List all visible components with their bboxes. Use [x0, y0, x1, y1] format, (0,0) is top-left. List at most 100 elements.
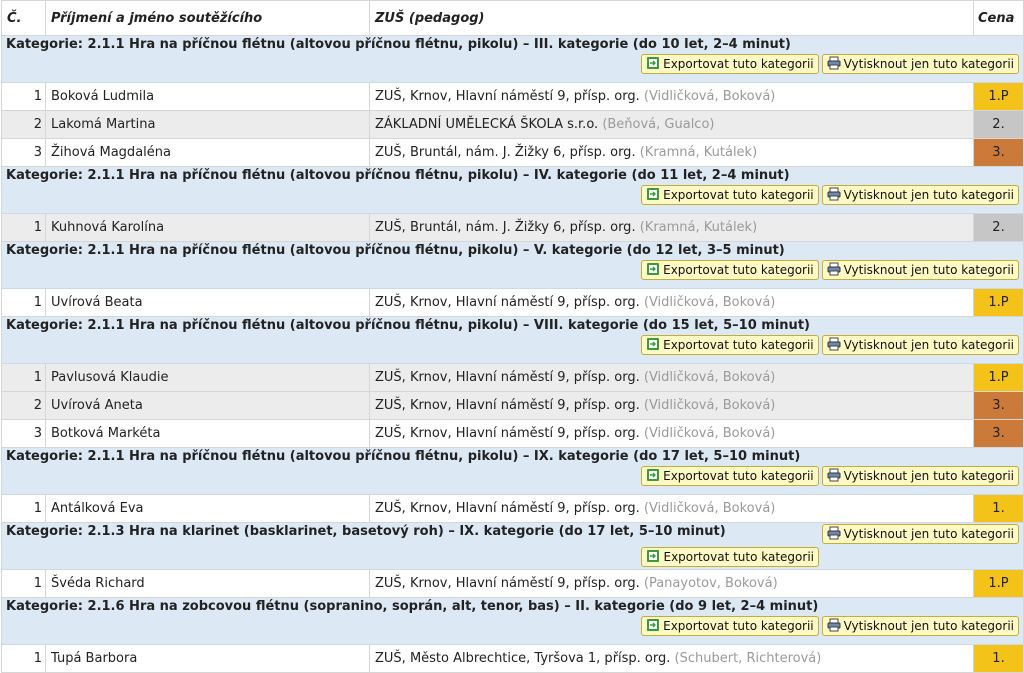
prize-badge: 1.	[973, 494, 1024, 523]
contestant-name: Uvírová Beata	[45, 288, 370, 317]
category-cell: Kategorie: 2.1.1 Hra na příčnou flétnu (…	[1, 35, 1024, 83]
school-cell: ZUŠ, Krnov, Hlavní náměstí 9, přísp. org…	[369, 419, 974, 448]
school-cell: ZUŠ, Bruntál, nám. J. Žižky 6, přísp. or…	[369, 138, 974, 167]
col-name: Příjmení a jméno soutěžícího	[45, 0, 370, 36]
print-label: Vytisknout jen tuto kategorii	[843, 263, 1014, 277]
entry-number: 1	[1, 644, 46, 673]
col-school: ZUŠ (pedagog)	[369, 0, 974, 36]
prize-badge: 1.P	[973, 569, 1024, 598]
school-name: ZUŠ, Krnov, Hlavní náměstí 9, přísp. org…	[375, 89, 640, 104]
table-row: 2 Lakomá Martina ZÁKLADNÍ UMĚLECKÁ ŠKOLA s…	[1, 110, 1024, 139]
export-category-button[interactable]: Exportovat tuto kategorii	[641, 466, 819, 486]
teachers: (Beňová, Gualco)	[602, 117, 715, 132]
print-category-button[interactable]: Vytisknout jen tuto kategorii	[821, 54, 1019, 74]
export-label: Exportovat tuto kategorii	[663, 338, 814, 352]
print-category-button[interactable]: Vytisknout jen tuto kategorii	[821, 616, 1019, 636]
contestant-name: Švéda Richard	[45, 569, 370, 598]
teachers: (Panayotov, Boková)	[643, 576, 778, 591]
export-category-button[interactable]: Exportovat tuto kategorii	[641, 616, 819, 636]
prize-badge: 1.P	[973, 82, 1024, 111]
prize-badge: 1.P	[973, 363, 1024, 392]
contestant-name: Uvírová Aneta	[45, 391, 370, 420]
category-row: Kategorie: 2.1.1 Hra na příčnou flétnu (…	[1, 166, 1024, 214]
print-category-button[interactable]: Vytisknout jen tuto kategorii	[821, 466, 1019, 486]
school-cell: ZUŠ, Město Albrechtice, Tyršova 1, přísp…	[369, 644, 974, 673]
teachers: (Kramná, Kutálek)	[639, 220, 758, 235]
print-label: Vytisknout jen tuto kategorii	[843, 188, 1014, 202]
category-cell: Kategorie: 2.1.1 Hra na příčnou flétnu (…	[1, 447, 1024, 495]
contestant-name: Antálková Eva	[45, 494, 370, 523]
entry-number: 1	[1, 494, 46, 523]
export-category-button[interactable]: Exportovat tuto kategorii	[641, 335, 819, 355]
export-icon	[646, 468, 660, 485]
category-title: Kategorie: 2.1.1 Hra na příčnou flétnu (…	[6, 243, 785, 258]
entry-number: 1	[1, 82, 46, 111]
school-name: ZUŠ, Bruntál, nám. J. Žižky 6, přísp. or…	[375, 220, 636, 235]
entry-number: 1	[1, 213, 46, 242]
print-label: Vytisknout jen tuto kategorii	[843, 338, 1014, 352]
col-prize: Cena	[973, 0, 1024, 36]
print-category-button[interactable]: Vytisknout jen tuto kategorii	[821, 524, 1019, 544]
prize-badge: 2.	[973, 213, 1024, 242]
table-row: 1 Tupá Barbora ZUŠ, Město Albrechtice, Tyr…	[1, 644, 1024, 673]
category-cell: Kategorie: 2.1.1 Hra na příčnou flétnu (…	[1, 316, 1024, 364]
school-name: ZUŠ, Krnov, Hlavní náměstí 9, přísp. org…	[375, 501, 640, 516]
teachers: (Vidličková, Boková)	[643, 295, 776, 310]
entry-number: 1	[1, 363, 46, 392]
school-cell: ZUŠ, Krnov, Hlavní náměstí 9, přísp. org…	[369, 494, 974, 523]
table-row: 2 Uvírová Aneta ZUŠ, Krnov, Hlavní náměstí…	[1, 391, 1024, 420]
prize-badge: 3.	[973, 138, 1024, 167]
export-category-button[interactable]: Exportovat tuto kategorii	[641, 547, 819, 567]
entry-number: 2	[1, 391, 46, 420]
category-row: Kategorie: 2.1.1 Hra na příčnou flétnu (…	[1, 447, 1024, 495]
entry-number: 3	[1, 138, 46, 167]
export-category-button[interactable]: Exportovat tuto kategorii	[641, 260, 819, 280]
col-number: Č.	[1, 0, 46, 36]
export-category-button[interactable]: Exportovat tuto kategorii	[641, 185, 819, 205]
contestant-name: Kuhnová Karolína	[45, 213, 370, 242]
export-label: Exportovat tuto kategorii	[663, 550, 814, 564]
category-title: Kategorie: 2.1.1 Hra na příčnou flétnu (…	[6, 37, 791, 52]
school-name: ZUŠ, Krnov, Hlavní náměstí 9, přísp. org…	[375, 576, 640, 591]
contestant-name: Tupá Barbora	[45, 644, 370, 673]
export-icon	[646, 549, 660, 566]
school-name: ZUŠ, Bruntál, nám. J. Žižky 6, přísp. or…	[375, 145, 636, 160]
school-name: ZUŠ, Krnov, Hlavní náměstí 9, přísp. org…	[375, 398, 640, 413]
school-name: ZUŠ, Krnov, Hlavní náměstí 9, přísp. org…	[375, 426, 640, 441]
school-cell: ZUŠ, Krnov, Hlavní náměstí 9, přísp. org…	[369, 391, 974, 420]
printer-icon	[827, 526, 841, 543]
teachers: (Kramná, Kutálek)	[639, 145, 758, 160]
print-label: Vytisknout jen tuto kategorii	[843, 469, 1014, 483]
prize-badge: 1.	[973, 644, 1024, 673]
printer-icon	[827, 337, 841, 354]
category-cell: Kategorie: 2.1.3 Hra na klarinet (baskla…	[1, 522, 1024, 570]
table-row: 3 Žihová Magdaléna ZUŠ, Bruntál, nám. J. Ž…	[1, 138, 1024, 167]
prize-badge: 3.	[973, 419, 1024, 448]
school-cell: ZUŠ, Krnov, Hlavní náměstí 9, přísp. org…	[369, 569, 974, 598]
contestant-name: Pavlusová Klaudie	[45, 363, 370, 392]
contestant-name: Boková Ludmila	[45, 82, 370, 111]
teachers: (Vidličková, Boková)	[643, 426, 776, 441]
export-label: Exportovat tuto kategorii	[663, 57, 814, 71]
print-category-button[interactable]: Vytisknout jen tuto kategorii	[821, 335, 1019, 355]
table-row: 3 Botková Markéta ZUŠ, Krnov, Hlavní náměs…	[1, 419, 1024, 448]
print-category-button[interactable]: Vytisknout jen tuto kategorii	[821, 260, 1019, 280]
table-row: 1 Boková Ludmila ZUŠ, Krnov, Hlavní náměst…	[1, 82, 1024, 111]
export-category-button[interactable]: Exportovat tuto kategorii	[641, 54, 819, 74]
category-row: Kategorie: 2.1.6 Hra na zobcovou flétnu …	[1, 597, 1024, 645]
export-label: Exportovat tuto kategorii	[663, 619, 814, 633]
printer-icon	[827, 262, 841, 279]
teachers: (Vidličková, Boková)	[643, 370, 776, 385]
export-label: Exportovat tuto kategorii	[663, 188, 814, 202]
school-name: ZUŠ, Město Albrechtice, Tyršova 1, přísp…	[375, 651, 671, 666]
teachers: (Vidličková, Boková)	[643, 501, 776, 516]
category-title: Kategorie: 2.1.1 Hra na příčnou flétnu (…	[6, 168, 790, 183]
category-title: Kategorie: 2.1.1 Hra na příčnou flétnu (…	[6, 449, 801, 464]
print-category-button[interactable]: Vytisknout jen tuto kategorii	[821, 185, 1019, 205]
table-row: 1 Antálková Eva ZUŠ, Krnov, Hlavní náměstí…	[1, 494, 1024, 523]
prize-badge: 3.	[973, 391, 1024, 420]
teachers: (Vidličková, Boková)	[643, 89, 776, 104]
results-table: Č. Příjmení a jméno soutěžícího ZUŠ (ped…	[1, 0, 1024, 673]
export-icon	[646, 56, 660, 73]
table-row: 1 Kuhnová Karolína ZUŠ, Bruntál, nám. J. Ž…	[1, 213, 1024, 242]
